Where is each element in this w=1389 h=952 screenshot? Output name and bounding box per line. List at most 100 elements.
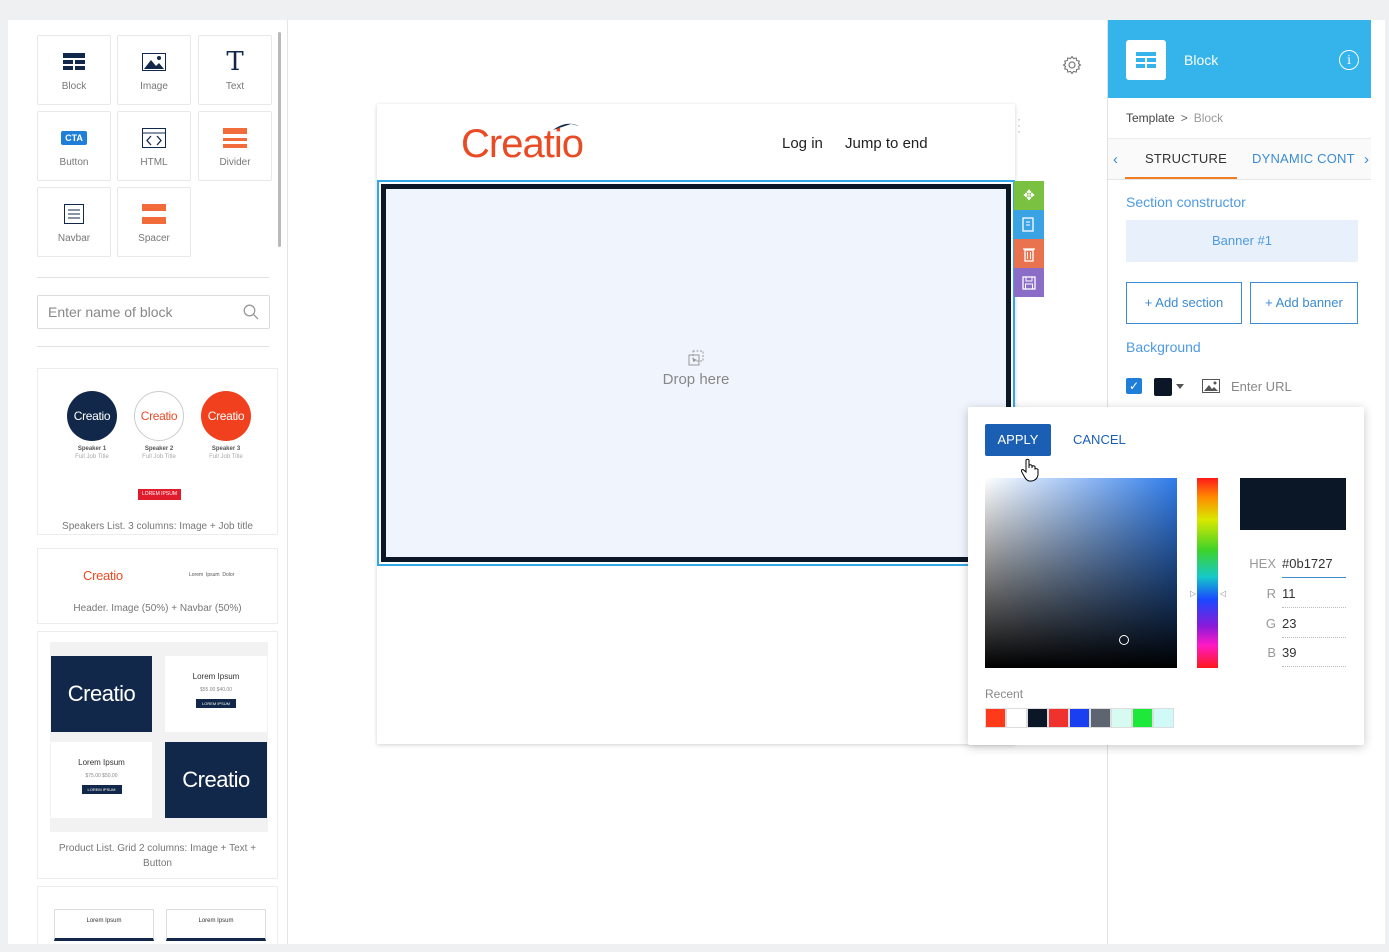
background-url-input[interactable] <box>1231 379 1359 394</box>
image-icon <box>118 50 190 74</box>
color-selector-handle[interactable] <box>1119 635 1129 645</box>
chevron-right-icon[interactable]: › <box>1364 151 1369 168</box>
cta-icon: CTA <box>38 126 110 150</box>
background-color-swatch[interactable] <box>1154 378 1172 396</box>
product-image: Creatio <box>165 742 267 818</box>
g-field[interactable]: G 23 <box>1240 610 1346 638</box>
speaker-avatar: Creatio <box>134 391 184 441</box>
recent-color-swatch[interactable] <box>1027 708 1048 728</box>
r-field[interactable]: R 11 <box>1240 580 1346 608</box>
panel-tabs: ‹ STRUCTURE DYNAMIC CONT › <box>1108 138 1371 180</box>
block-search[interactable] <box>37 295 270 329</box>
tool-block[interactable]: Block <box>37 35 111 105</box>
header-logo: Creatio <box>83 568 123 583</box>
hue-slider-handle[interactable]: ▷ <box>1190 589 1196 598</box>
drop-here-text: Drop here <box>662 371 730 388</box>
search-input[interactable] <box>38 296 228 328</box>
template-caption: Product List. Grid 2 columns: Image + Te… <box>58 843 257 869</box>
more-vertical-icon[interactable]: · · · <box>1017 113 1021 137</box>
speaker-name: Speaker 2 Full Job Title <box>142 446 176 460</box>
cancel-button[interactable]: CANCEL <box>1073 432 1126 447</box>
tool-spacer[interactable]: Spacer <box>117 187 191 257</box>
search-icon[interactable] <box>243 304 259 320</box>
template-two-columns[interactable]: Lorem Ipsum Lorem Ipsum <box>37 886 278 944</box>
panel-title: Block <box>1184 52 1219 68</box>
image-icon[interactable] <box>1202 379 1220 393</box>
speaker-name: Speaker 1 Full Job Title <box>75 446 109 460</box>
recent-color-swatch[interactable] <box>1132 708 1153 728</box>
template-caption: Header. Image (50%) + Navbar (50%) <box>73 603 242 614</box>
breadcrumb-template[interactable]: Template <box>1126 111 1175 125</box>
hex-field[interactable]: HEX #0b1727 <box>1240 550 1346 578</box>
speaker-avatar: Creatio <box>67 391 117 441</box>
tool-navbar[interactable]: Navbar <box>37 187 111 257</box>
copy-icon[interactable] <box>1014 210 1044 239</box>
recent-color-swatch[interactable] <box>1006 708 1027 728</box>
recent-color-swatch[interactable] <box>1153 708 1174 728</box>
caret-down-icon[interactable] <box>1176 384 1184 389</box>
tool-html[interactable]: HTML <box>117 111 191 181</box>
save-icon[interactable] <box>1014 268 1044 297</box>
chevron-left-icon[interactable]: ‹ <box>1113 151 1118 168</box>
divider <box>37 346 269 347</box>
spacer-icon <box>118 202 190 226</box>
banner-item[interactable]: Banner #1 <box>1126 220 1358 262</box>
email-designer: Block Image T Text CTA Button HTML Divid… <box>8 20 1385 944</box>
block-actions: ✥ <box>1014 181 1044 297</box>
panel-header: Block i <box>1108 20 1371 98</box>
tool-text[interactable]: T Text <box>198 35 272 105</box>
b-field[interactable]: B 39 <box>1240 639 1346 667</box>
add-banner-button[interactable]: + Add banner <box>1250 282 1358 324</box>
left-scrollbar[interactable] <box>278 32 281 247</box>
tool-image[interactable]: Image <box>117 35 191 105</box>
recent-color-swatch[interactable] <box>1090 708 1111 728</box>
hex-value[interactable]: #0b1727 <box>1282 556 1333 571</box>
drop-icon <box>688 350 704 366</box>
nav-link-login[interactable]: Log in <box>782 135 823 152</box>
recent-label: Recent <box>985 687 1024 701</box>
tool-label: Spacer <box>138 233 170 244</box>
info-icon[interactable]: i <box>1339 50 1359 70</box>
template-header[interactable]: Creatio Lorem Ipsum Dolor Header. Image … <box>37 548 278 624</box>
hue-slider-handle[interactable]: ◁ <box>1220 589 1226 598</box>
r-value[interactable]: 11 <box>1282 586 1296 601</box>
saturation-value-area[interactable] <box>985 478 1177 668</box>
background-checkbox[interactable]: ✓ <box>1126 378 1142 394</box>
delete-icon[interactable] <box>1014 239 1044 268</box>
color-preview <box>1240 478 1346 530</box>
logo-swoosh-icon <box>553 123 579 130</box>
move-icon[interactable]: ✥ <box>1014 181 1044 210</box>
selected-banner-block[interactable]: Drop here <box>377 180 1015 566</box>
breadcrumb: Template > Block <box>1126 111 1224 125</box>
nav-link-jump[interactable]: Jump to end <box>845 135 928 152</box>
tab-dynamic-content[interactable]: DYNAMIC CONT <box>1252 151 1355 166</box>
tab-structure[interactable]: STRUCTURE <box>1125 151 1237 179</box>
speaker-avatar: Creatio <box>201 391 251 441</box>
section-constructor-label: Section constructor <box>1126 194 1246 210</box>
divider-icon <box>199 126 271 150</box>
template-product-list[interactable]: Creatio Lorem Ipsum $55.00 $40.00 LOREM … <box>37 631 278 879</box>
block-icon <box>1126 40 1166 80</box>
tool-divider[interactable]: Divider <box>198 111 272 181</box>
apply-button[interactable]: APPLY <box>985 424 1051 456</box>
product-image: Creatio <box>51 656 152 732</box>
tool-label: Block <box>61 81 87 92</box>
speaker-name: Speaker 3 Full Job Title <box>209 446 243 460</box>
b-value[interactable]: 39 <box>1282 645 1296 660</box>
column-card: Lorem Ipsum <box>166 909 266 941</box>
block-icon <box>38 50 110 74</box>
html-code-icon <box>118 126 190 150</box>
email-navbar: Log in Jump to end <box>782 135 946 152</box>
recent-color-swatch[interactable] <box>1048 708 1069 728</box>
banner-dropzone[interactable]: Drop here <box>381 184 1011 562</box>
recent-color-swatch[interactable] <box>985 708 1006 728</box>
recent-color-swatch[interactable] <box>1069 708 1090 728</box>
template-speakers-list[interactable]: Creatio Creatio Creatio Speaker 1 Full Jo… <box>37 368 278 535</box>
tool-label: Navbar <box>57 233 91 244</box>
settings-gear-icon[interactable] <box>1062 55 1082 75</box>
add-section-button[interactable]: + Add section <box>1126 282 1242 324</box>
recent-color-swatch[interactable] <box>1111 708 1132 728</box>
tool-button[interactable]: CTA Button <box>37 111 111 181</box>
g-value[interactable]: 23 <box>1282 616 1296 631</box>
hue-slider[interactable] <box>1197 478 1218 668</box>
